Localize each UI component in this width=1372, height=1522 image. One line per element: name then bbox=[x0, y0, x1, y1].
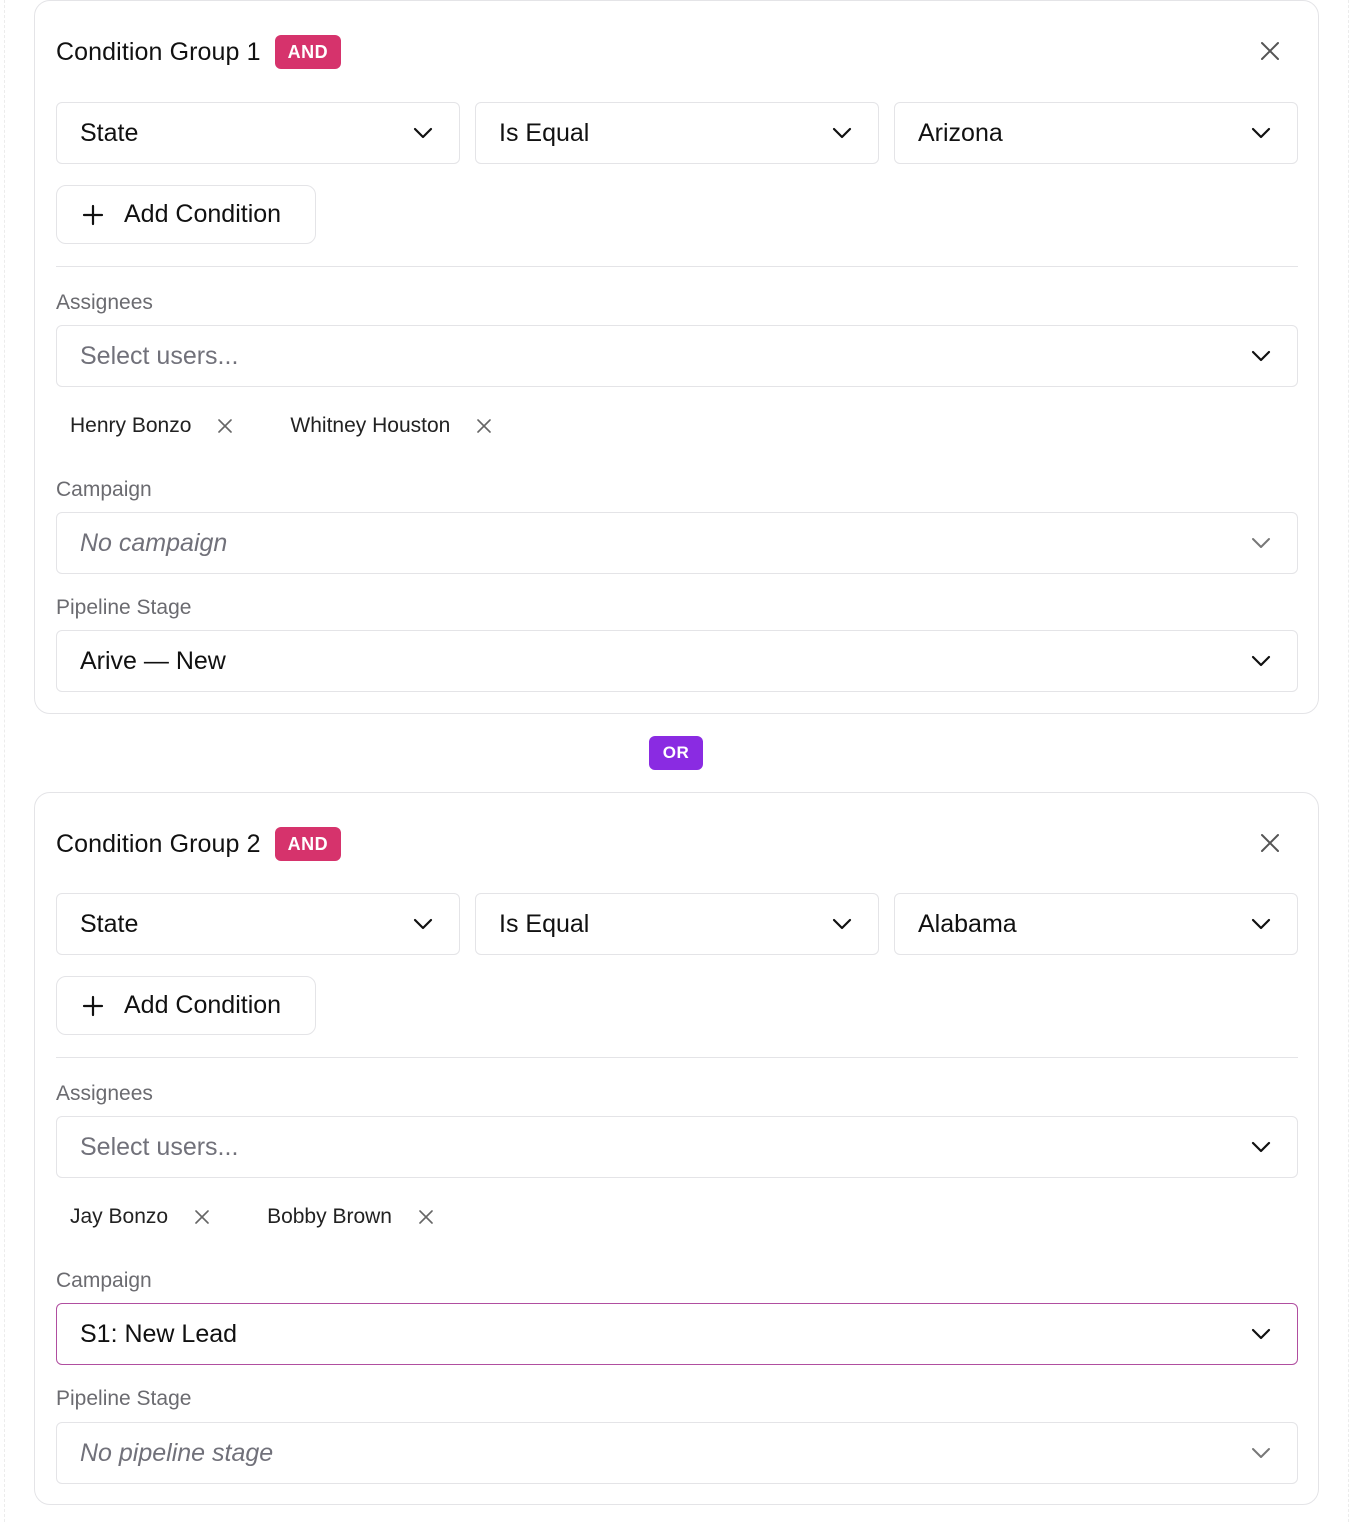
chevron-down-icon bbox=[1251, 350, 1271, 362]
assignees-label: Assignees bbox=[56, 1082, 153, 1105]
condition-operator-select[interactable]: Is Equal bbox=[475, 893, 879, 955]
select-value: Arizona bbox=[918, 118, 1003, 147]
pipeline-stage-label: Pipeline Stage bbox=[56, 596, 192, 619]
chip-label: Jay Bonzo bbox=[70, 1205, 169, 1228]
remove-chip-icon[interactable] bbox=[419, 1210, 433, 1224]
condition-operator-select[interactable]: Is Equal bbox=[475, 102, 879, 164]
chevron-down-icon bbox=[1251, 127, 1271, 139]
plus-icon bbox=[82, 995, 104, 1016]
assignee-chips: Henry Bonzo Whitney Houston bbox=[56, 406, 535, 446]
chevron-down-icon bbox=[1251, 1141, 1271, 1153]
select-value: S1: New Lead bbox=[80, 1319, 238, 1348]
group-header: Condition Group 1 AND bbox=[56, 34, 342, 70]
condition-value-select[interactable]: Alabama bbox=[894, 893, 1298, 955]
add-condition-label: Add Condition bbox=[124, 991, 282, 1019]
or-connector-badge[interactable]: OR bbox=[649, 736, 703, 770]
chip-label: Bobby Brown bbox=[267, 1205, 392, 1228]
frame-guide-left bbox=[4, 0, 5, 1522]
assignee-chip: Henry Bonzo bbox=[56, 414, 233, 438]
frame-guide-right bbox=[1348, 0, 1349, 1522]
add-condition-label: Add Condition bbox=[124, 200, 282, 228]
and-badge[interactable]: AND bbox=[274, 35, 342, 69]
select-value: State bbox=[80, 118, 139, 147]
chevron-down-icon bbox=[1252, 1448, 1270, 1458]
assignees-select[interactable]: Select users... bbox=[56, 325, 1298, 387]
remove-chip-icon[interactable] bbox=[195, 1210, 209, 1224]
pipeline-stage-select[interactable]: No pipeline stage bbox=[56, 1422, 1298, 1484]
condition-group-2: Condition Group 2 AND State Is Equal Ala… bbox=[34, 792, 1319, 1505]
chip-label: Whitney Houston bbox=[290, 414, 451, 437]
select-value: State bbox=[80, 909, 139, 938]
assignee-chips: Jay Bonzo Bobby Brown bbox=[56, 1197, 477, 1237]
assignee-chip: Jay Bonzo bbox=[56, 1205, 209, 1229]
select-value: Alabama bbox=[918, 909, 1017, 938]
close-icon bbox=[1261, 834, 1279, 852]
group-title: Condition Group 1 bbox=[56, 37, 261, 66]
chip-label: Henry Bonzo bbox=[70, 414, 192, 437]
chevron-down-icon bbox=[1251, 918, 1271, 930]
campaign-label: Campaign bbox=[56, 478, 152, 501]
select-value: Arive — New bbox=[80, 646, 226, 675]
select-value: No campaign bbox=[80, 528, 228, 557]
chevron-down-icon bbox=[832, 918, 852, 930]
remove-chip-icon[interactable] bbox=[218, 419, 233, 433]
close-icon bbox=[1261, 42, 1279, 60]
add-condition-button[interactable]: Add Condition bbox=[56, 976, 316, 1035]
divider bbox=[56, 1057, 1298, 1058]
chevron-down-icon bbox=[832, 127, 852, 139]
remove-chip-icon[interactable] bbox=[477, 419, 492, 433]
chevron-down-icon bbox=[413, 918, 433, 930]
remove-group-button[interactable] bbox=[1258, 831, 1282, 855]
campaign-label: Campaign bbox=[56, 1269, 152, 1292]
remove-group-button[interactable] bbox=[1258, 39, 1282, 63]
select-value: No pipeline stage bbox=[80, 1438, 274, 1467]
campaign-select[interactable]: S1: New Lead bbox=[56, 1303, 1298, 1365]
add-condition-button[interactable]: Add Condition bbox=[56, 185, 316, 244]
pipeline-stage-select[interactable]: Arive — New bbox=[56, 630, 1298, 692]
select-placeholder: Select users... bbox=[80, 1132, 239, 1161]
chevron-down-icon bbox=[1251, 1328, 1271, 1340]
divider bbox=[56, 266, 1298, 267]
group-header: Condition Group 2 AND bbox=[56, 826, 342, 862]
chevron-down-icon bbox=[413, 127, 433, 139]
select-placeholder: Select users... bbox=[80, 341, 239, 370]
group-title: Condition Group 2 bbox=[56, 829, 261, 858]
chevron-down-icon bbox=[1252, 538, 1270, 548]
condition-value-select[interactable]: Arizona bbox=[894, 102, 1298, 164]
assignees-select[interactable]: Select users... bbox=[56, 1116, 1298, 1178]
assignees-label: Assignees bbox=[56, 291, 153, 314]
assignee-chip: Bobby Brown bbox=[253, 1205, 433, 1229]
condition-group-1: Condition Group 1 AND State Is Equal Ari… bbox=[34, 0, 1319, 714]
select-value: Is Equal bbox=[499, 118, 590, 147]
chevron-down-icon bbox=[1251, 655, 1271, 667]
condition-field-select[interactable]: State bbox=[56, 102, 460, 164]
plus-icon bbox=[82, 204, 104, 225]
pipeline-stage-label: Pipeline Stage bbox=[56, 1387, 192, 1410]
and-badge[interactable]: AND bbox=[274, 827, 342, 861]
condition-field-select[interactable]: State bbox=[56, 893, 460, 955]
assignee-chip: Whitney Houston bbox=[276, 414, 492, 438]
campaign-select[interactable]: No campaign bbox=[56, 512, 1298, 574]
select-value: Is Equal bbox=[499, 909, 590, 938]
